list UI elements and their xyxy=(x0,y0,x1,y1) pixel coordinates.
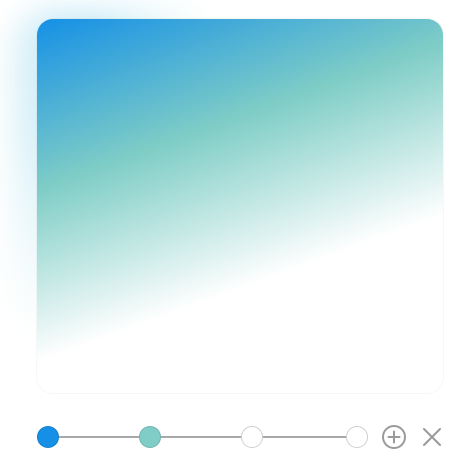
gradient-stop-3[interactable] xyxy=(241,426,263,448)
gradient-stop-4[interactable] xyxy=(346,426,368,448)
gradient-editor xyxy=(0,0,468,466)
plus-circle-icon xyxy=(382,425,406,449)
add-stop-button[interactable] xyxy=(381,424,407,450)
gradient-stops-track[interactable] xyxy=(48,436,358,438)
remove-gradient-button[interactable] xyxy=(419,424,445,450)
close-icon xyxy=(423,428,441,446)
gradient-stop-1[interactable] xyxy=(37,426,59,448)
gradient-stop-2[interactable] xyxy=(139,426,161,448)
gradient-preview xyxy=(37,19,443,393)
